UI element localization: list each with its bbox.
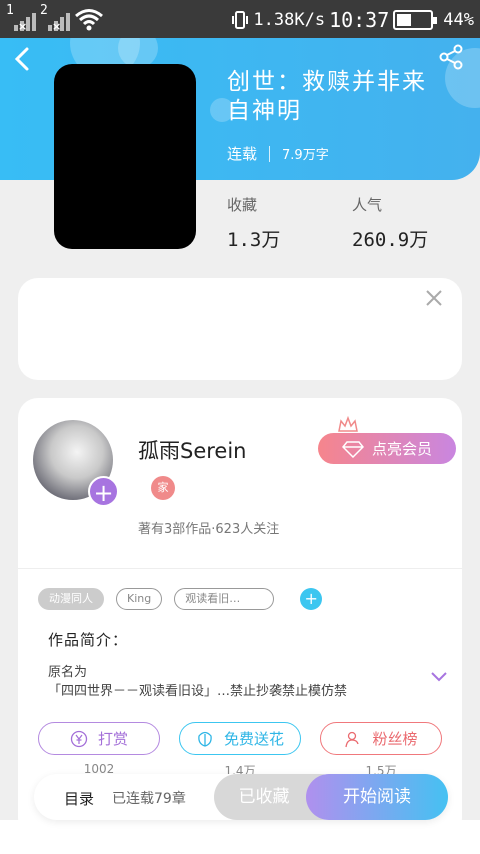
tag[interactable]: 动漫同人 — [38, 588, 104, 610]
start-reading-button[interactable]: 开始阅读 — [306, 774, 448, 820]
author-name[interactable]: 孤雨Serein — [138, 435, 247, 465]
serial-status: 连载 — [227, 145, 258, 163]
book-title: 创世：救赎并非来 自神明 — [227, 69, 427, 124]
divider — [18, 568, 462, 569]
vip-button-label: 点亮会员 — [371, 440, 432, 458]
bottom-action-bar: 目录 已连载79章 已收藏 开始阅读 — [34, 774, 448, 820]
popularity-label: 人气 — [352, 196, 383, 214]
tag[interactable]: King — [116, 588, 163, 610]
action-buttons: 打赏 免费送花 粉丝榜 — [38, 722, 442, 755]
vibrate-icon — [232, 11, 249, 29]
intro-text: 原名为 — [48, 665, 88, 680]
status-bar: 1 × 2 × 1.38K/s 10:37 44% — [0, 0, 480, 38]
favorites-stat: 收藏 1.3万 — [227, 194, 280, 252]
popularity-stat: 人气 260.9万 — [352, 194, 428, 252]
notice-card — [18, 278, 462, 380]
diamond-icon — [341, 440, 364, 458]
yen-icon — [70, 730, 88, 747]
book-cover[interactable] — [54, 64, 196, 249]
share-icon[interactable] — [438, 44, 464, 70]
battery-percent: 44% — [443, 10, 474, 30]
sim2-signal-icon: 2 × — [40, 3, 70, 33]
book-meta: 连载 7.9万字 — [227, 143, 329, 164]
fans-ranking-button[interactable]: 粉丝榜 — [320, 722, 442, 755]
tag-list: 动漫同人 King 观读看旧… + — [38, 588, 323, 610]
add-tag-button[interactable]: + — [300, 588, 323, 610]
author-stats: 著有3部作品·623人关注 — [138, 522, 280, 537]
sim1-signal-icon: 1 × — [6, 3, 36, 33]
network-speed: 1.38K/s — [253, 10, 326, 30]
tip-label: 打赏 — [97, 730, 128, 748]
favorites-label: 收藏 — [227, 196, 258, 214]
tip-button[interactable]: 打赏 — [38, 722, 160, 755]
clock: 10:37 — [329, 8, 390, 32]
author-card: + 孤雨Serein 家 点亮会员 著有3部作品·623人关注 动漫同人 Kin… — [18, 398, 462, 838]
sim2-number: 2 — [40, 3, 48, 18]
toc-button[interactable]: 目录 — [64, 788, 94, 809]
battery-icon — [393, 10, 438, 30]
wifi-icon — [75, 9, 103, 31]
popularity-value: 260.9万 — [352, 229, 429, 251]
flower-button[interactable]: 免费送花 — [179, 722, 301, 755]
word-count: 7.9万字 — [282, 148, 329, 163]
flower-label: 免费送花 — [223, 730, 284, 748]
chevron-down-icon[interactable] — [430, 670, 448, 684]
vip-button[interactable]: 点亮会员 — [318, 433, 456, 464]
toc-status[interactable]: 已连载79章 — [112, 788, 186, 808]
bottom-background — [0, 820, 480, 854]
crown-icon — [338, 416, 358, 432]
author-badge: 家 — [151, 476, 175, 500]
back-button[interactable] — [10, 45, 46, 75]
tag[interactable]: 观读看旧… — [174, 588, 275, 610]
favorites-value: 1.3万 — [227, 229, 281, 251]
intro-text: 「四四世界－－观读看旧设」…禁止抄袭禁止模仿禁 — [48, 684, 348, 699]
fans-label: 粉丝榜 — [372, 730, 418, 748]
close-icon[interactable] — [424, 288, 444, 308]
user-icon — [345, 731, 360, 747]
follow-author-button[interactable]: + — [88, 476, 119, 507]
sim1-number: 1 — [6, 3, 14, 18]
flower-icon — [198, 731, 212, 747]
intro-title: 作品简介： — [48, 631, 129, 649]
chevron-left-icon — [14, 47, 29, 71]
